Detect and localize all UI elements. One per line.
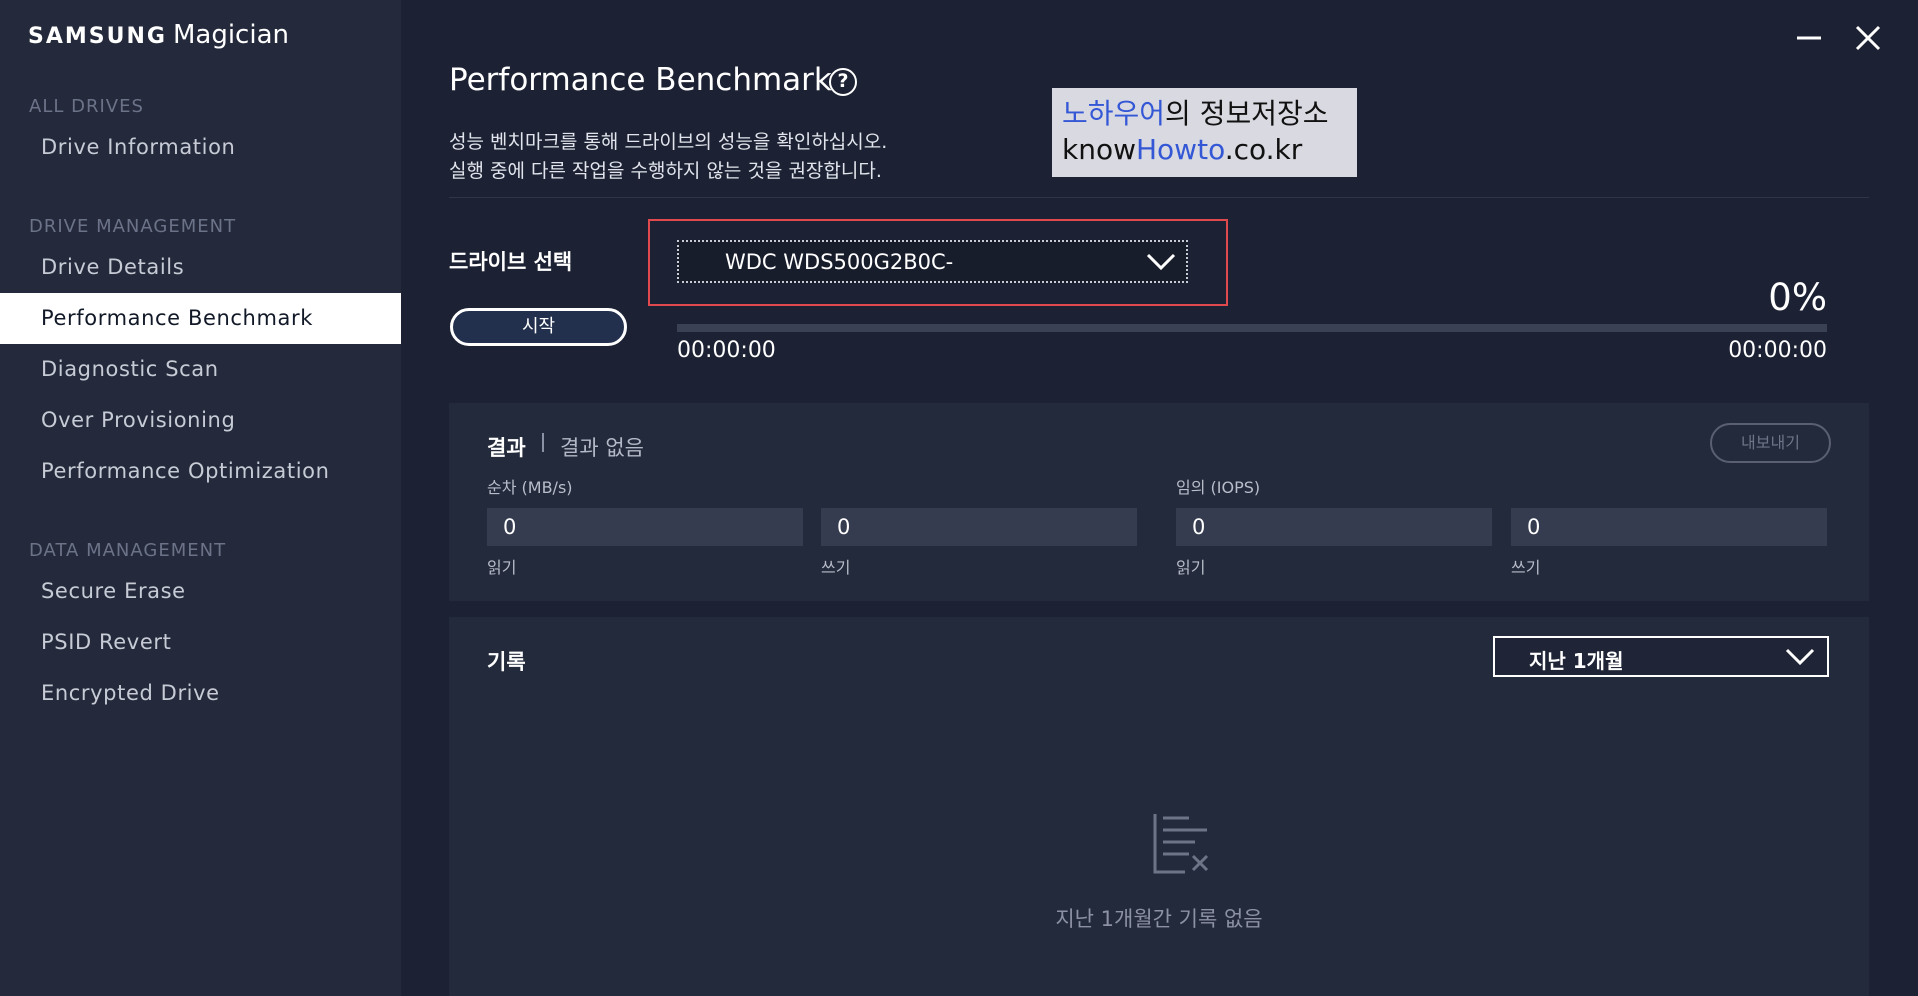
history-title: 기록 [487,650,526,674]
minimize-icon [1797,36,1821,40]
watermark-brand: 노하우어 [1062,97,1166,130]
watermark-tagline: 의 정보저장소 [1165,97,1329,130]
period-select-dropdown[interactable]: 지난 1개월 [1493,636,1829,677]
random-read-label: 읽기 [1176,558,1206,577]
section-title-all-drives: ALL DRIVES [29,96,144,117]
brand-name: SAMSUNG [28,24,167,49]
close-button[interactable] [1848,22,1888,62]
chevron-down-icon [1146,253,1176,271]
watermark-url-b: Howto [1136,133,1225,166]
results-separator [542,433,544,452]
sequential-write-label: 쓰기 [821,558,851,577]
random-label: 임의 (IOPS) [1176,478,1261,497]
app-logo: SAMSUNG Magician [28,20,289,54]
close-icon [1855,25,1881,51]
chevron-down-icon [1785,648,1815,666]
results-title: 결과 [487,436,526,460]
drive-select-dropdown[interactable]: WDC WDS500G2B0C- [677,240,1188,283]
export-button[interactable]: 내보내기 [1710,423,1831,463]
watermark-url-c: .co.kr [1224,133,1303,166]
progress-bar [677,324,1827,332]
results-panel: 결과 결과 없음 내보내기 순차 (MB/s) 0 읽기 0 쓰기 임의 (IO… [449,403,1869,601]
sidebar-item-drive-information[interactable]: Drive Information [0,122,401,173]
question-circle-icon[interactable]: ? [829,68,857,96]
minimize-button[interactable] [1789,22,1829,62]
start-button[interactable]: 시작 [450,308,627,346]
product-name: Magician [172,20,289,50]
sidebar-item-secure-erase[interactable]: Secure Erase [0,566,401,617]
empty-list-icon [1153,814,1209,874]
page-description-line1: 성능 벤치마크를 통해 드라이브의 성능을 확인하십시오. [449,131,888,153]
section-title-drive-management: DRIVE MANAGEMENT [29,216,237,237]
sequential-label: 순차 (MB/s) [487,478,573,497]
random-read-value: 0 [1176,508,1492,546]
sidebar-item-drive-details[interactable]: Drive Details [0,242,401,293]
selected-drive-value: WDC WDS500G2B0C- [725,250,954,274]
empty-history-text: 지난 1개월간 기록 없음 [1055,907,1263,931]
history-panel: 기록 지난 1개월 지난 1개월간 기록 없음 [449,617,1869,996]
watermark-url-a: know [1062,133,1136,166]
results-status: 결과 없음 [560,436,644,460]
header-divider [449,197,1869,198]
sequential-read-label: 읽기 [487,558,517,577]
drive-select-label: 드라이브 선택 [449,250,573,274]
sidebar-item-performance-benchmark[interactable]: Performance Benchmark [0,293,401,344]
sidebar-item-encrypted-drive[interactable]: Encrypted Drive [0,668,401,719]
sequential-write-value: 0 [821,508,1137,546]
random-write-value: 0 [1511,508,1827,546]
period-select-value: 지난 1개월 [1529,649,1624,673]
sequential-read-value: 0 [487,508,803,546]
elapsed-time: 00:00:00 [677,338,776,363]
sidebar: SAMSUNG Magician ALL DRIVES Drive Informa… [0,0,401,996]
section-title-data-management: DATA MANAGEMENT [29,540,227,561]
page-description-line2: 실행 중에 다른 작업을 수행하지 않는 것을 권장합니다. [449,160,882,182]
progress-percent: 0% [1768,276,1827,319]
page-title: Performance Benchmark [449,62,832,98]
sidebar-item-over-provisioning[interactable]: Over Provisioning [0,395,401,446]
sidebar-item-performance-optimization[interactable]: Performance Optimization [0,446,401,497]
remaining-time: 00:00:00 [1728,338,1827,363]
random-write-label: 쓰기 [1511,558,1541,577]
sidebar-item-psid-revert[interactable]: PSID Revert [0,617,401,668]
watermark-overlay: 노하우어의 정보저장소 knowHowto.co.kr [1052,88,1357,177]
sidebar-item-diagnostic-scan[interactable]: Diagnostic Scan [0,344,401,395]
